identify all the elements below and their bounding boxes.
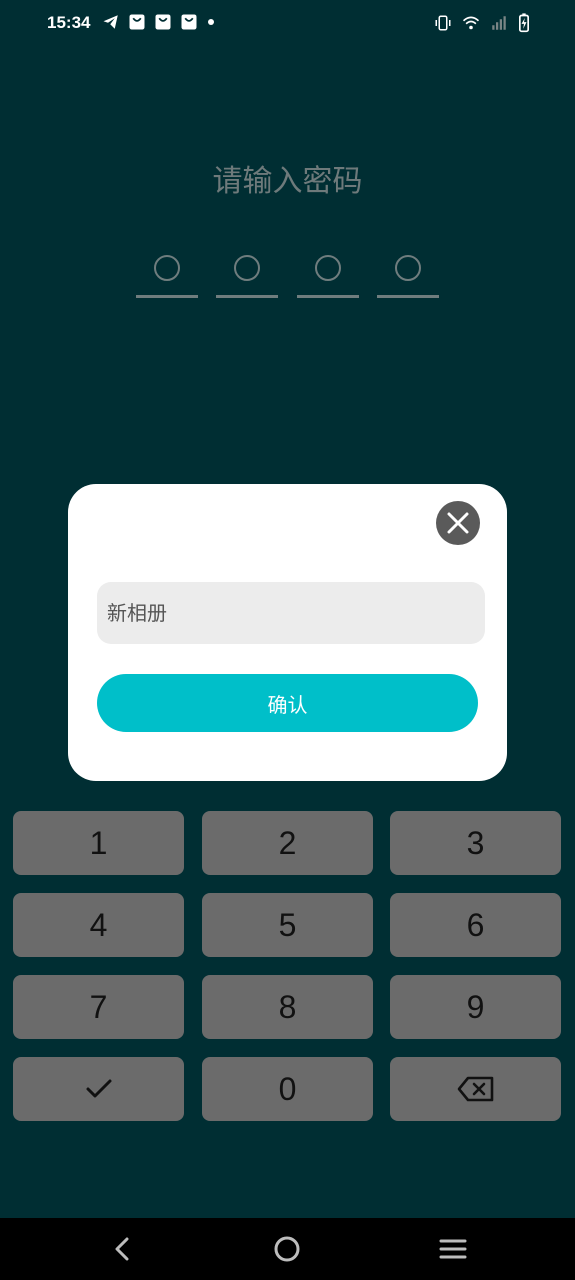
close-icon bbox=[447, 512, 469, 534]
shopping-bag-icon bbox=[181, 14, 197, 30]
pin-underline bbox=[136, 295, 198, 298]
key-5[interactable]: 5 bbox=[202, 893, 373, 957]
navigation-bar bbox=[0, 1218, 575, 1280]
pin-dot bbox=[315, 255, 341, 281]
key-7[interactable]: 7 bbox=[13, 975, 184, 1039]
pin-slot bbox=[297, 250, 359, 300]
menu-icon bbox=[439, 1239, 467, 1259]
status-time: 15:34 bbox=[47, 13, 91, 32]
new-album-dialog: 确认 bbox=[68, 484, 507, 781]
key-9[interactable]: 9 bbox=[390, 975, 561, 1039]
pin-slot bbox=[136, 250, 198, 300]
system-icons bbox=[433, 13, 531, 33]
notification-icons bbox=[102, 13, 216, 31]
close-dialog-button[interactable] bbox=[436, 501, 480, 545]
numeric-keypad: 1 2 3 4 5 6 7 8 9 0 bbox=[13, 811, 562, 1121]
key-6[interactable]: 6 bbox=[390, 893, 561, 957]
pin-underline bbox=[377, 295, 439, 298]
key-1[interactable]: 1 bbox=[13, 811, 184, 875]
pin-dot bbox=[395, 255, 421, 281]
key-backspace[interactable] bbox=[390, 1057, 561, 1121]
menu-button[interactable] bbox=[438, 1234, 468, 1264]
pin-underline bbox=[297, 295, 359, 298]
shopping-bag-icon bbox=[129, 14, 145, 30]
wifi-icon bbox=[462, 16, 480, 30]
status-bar: 15:34 bbox=[0, 0, 575, 48]
pin-slot bbox=[377, 250, 439, 300]
back-button[interactable] bbox=[107, 1234, 137, 1264]
pin-underline bbox=[216, 295, 278, 298]
confirm-button[interactable]: 确认 bbox=[97, 674, 478, 732]
backspace-icon bbox=[457, 1076, 493, 1102]
password-prompt: 请输入密码 bbox=[212, 164, 363, 199]
album-name-input[interactable] bbox=[97, 582, 485, 644]
home-icon bbox=[274, 1236, 300, 1262]
dot-icon bbox=[208, 19, 214, 25]
key-0[interactable]: 0 bbox=[202, 1057, 373, 1121]
signal-icon bbox=[492, 16, 506, 30]
back-icon bbox=[115, 1237, 129, 1261]
key-4[interactable]: 4 bbox=[13, 893, 184, 957]
key-confirm[interactable] bbox=[13, 1057, 184, 1121]
shopping-bag-icon bbox=[155, 14, 171, 30]
vibrate-icon bbox=[435, 15, 451, 31]
pin-slot bbox=[216, 250, 278, 300]
checkmark-icon bbox=[86, 1079, 111, 1098]
pin-dot bbox=[154, 255, 180, 281]
key-2[interactable]: 2 bbox=[202, 811, 373, 875]
key-3[interactable]: 3 bbox=[390, 811, 561, 875]
telegram-icon bbox=[103, 15, 118, 29]
pin-dot bbox=[234, 255, 260, 281]
home-button[interactable] bbox=[272, 1234, 302, 1264]
battery-charging-icon bbox=[519, 13, 529, 33]
key-8[interactable]: 8 bbox=[202, 975, 373, 1039]
pin-indicator bbox=[136, 250, 440, 300]
